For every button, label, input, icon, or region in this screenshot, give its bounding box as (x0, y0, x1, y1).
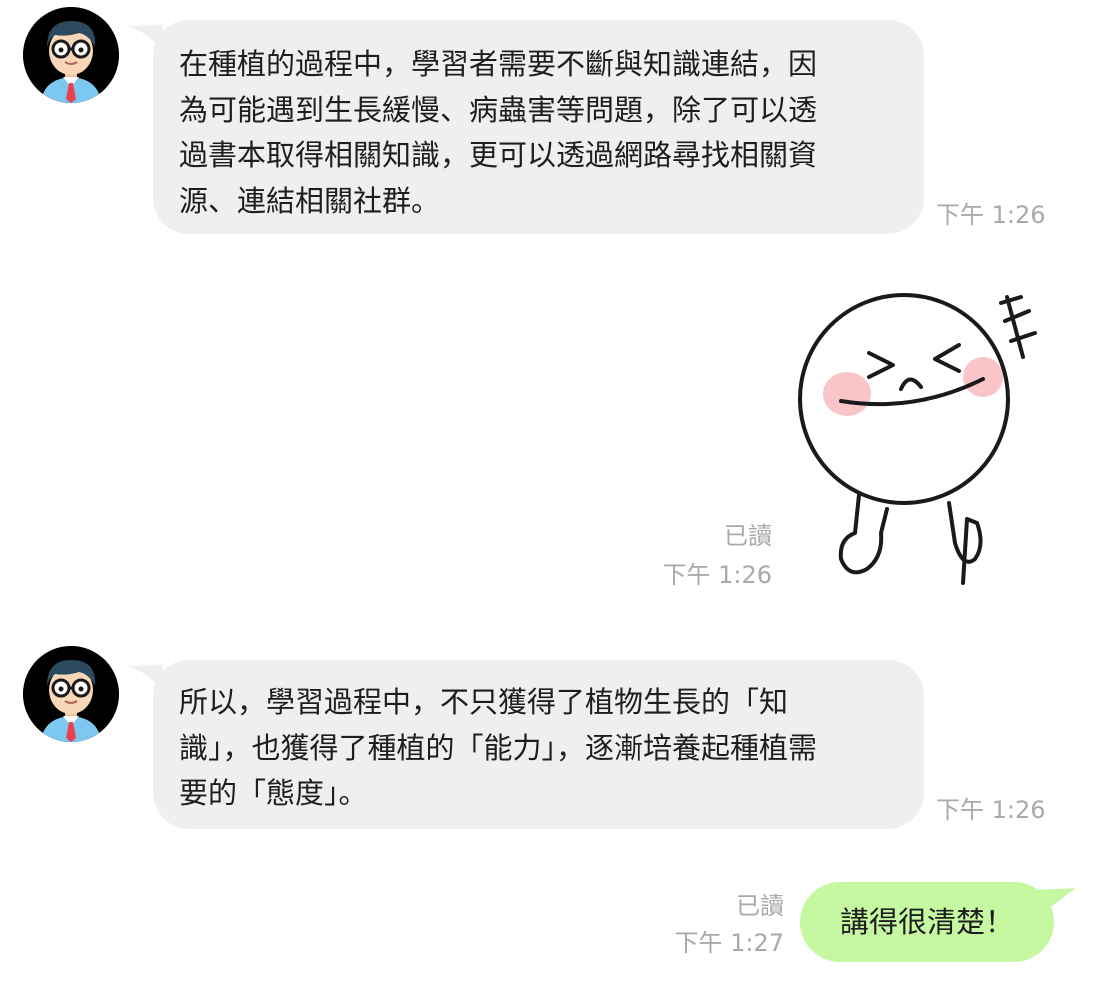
message-line: 過書本取得相關知識，更可以透過網路尋找相關資 (179, 138, 818, 172)
message-line: 為可能遇到生長緩慢、病蟲害等問題，除了可以透 (179, 92, 818, 127)
message-time: 下午 1:26 (662, 561, 772, 589)
message-bubble[interactable]: 在種植的過程中，學習者需要不斷與知識連結，因 為可能遇到生長緩慢、病蟲害等問題，… (153, 20, 924, 234)
avatar[interactable] (23, 7, 119, 103)
message-line: 要的「態度」。 (179, 776, 368, 810)
message-bubble[interactable]: 所以，學習過程中，不只獲得了植物生長的「知 識」，也獲得了種植的「能力」，逐漸培… (153, 660, 924, 829)
read-receipt: 已讀 (724, 522, 772, 550)
laughing-face-sticker[interactable] (785, 283, 1045, 593)
message-line: 源、連結相關社群。 (179, 183, 441, 218)
person-with-glasses-icon (23, 646, 119, 742)
message-time: 下午 1:27 (674, 929, 784, 957)
read-receipt: 已讀 (736, 892, 784, 920)
bubble-tail (1036, 888, 1076, 916)
message-bubble[interactable]: 講得很清楚！ (800, 882, 1054, 962)
message-time: 下午 1:26 (936, 796, 1046, 824)
person-with-glasses-icon (23, 7, 119, 103)
message-time: 下午 1:26 (936, 201, 1046, 229)
avatar[interactable] (23, 646, 119, 742)
message-line: 所以，學習過程中，不只獲得了植物生長的「知 (179, 685, 789, 719)
message-line: 識」，也獲得了種植的「能力」，逐漸培養起種植需 (179, 730, 818, 765)
message-line: 在種植的過程中，學習者需要不斷與知識連結，因 (179, 47, 818, 81)
